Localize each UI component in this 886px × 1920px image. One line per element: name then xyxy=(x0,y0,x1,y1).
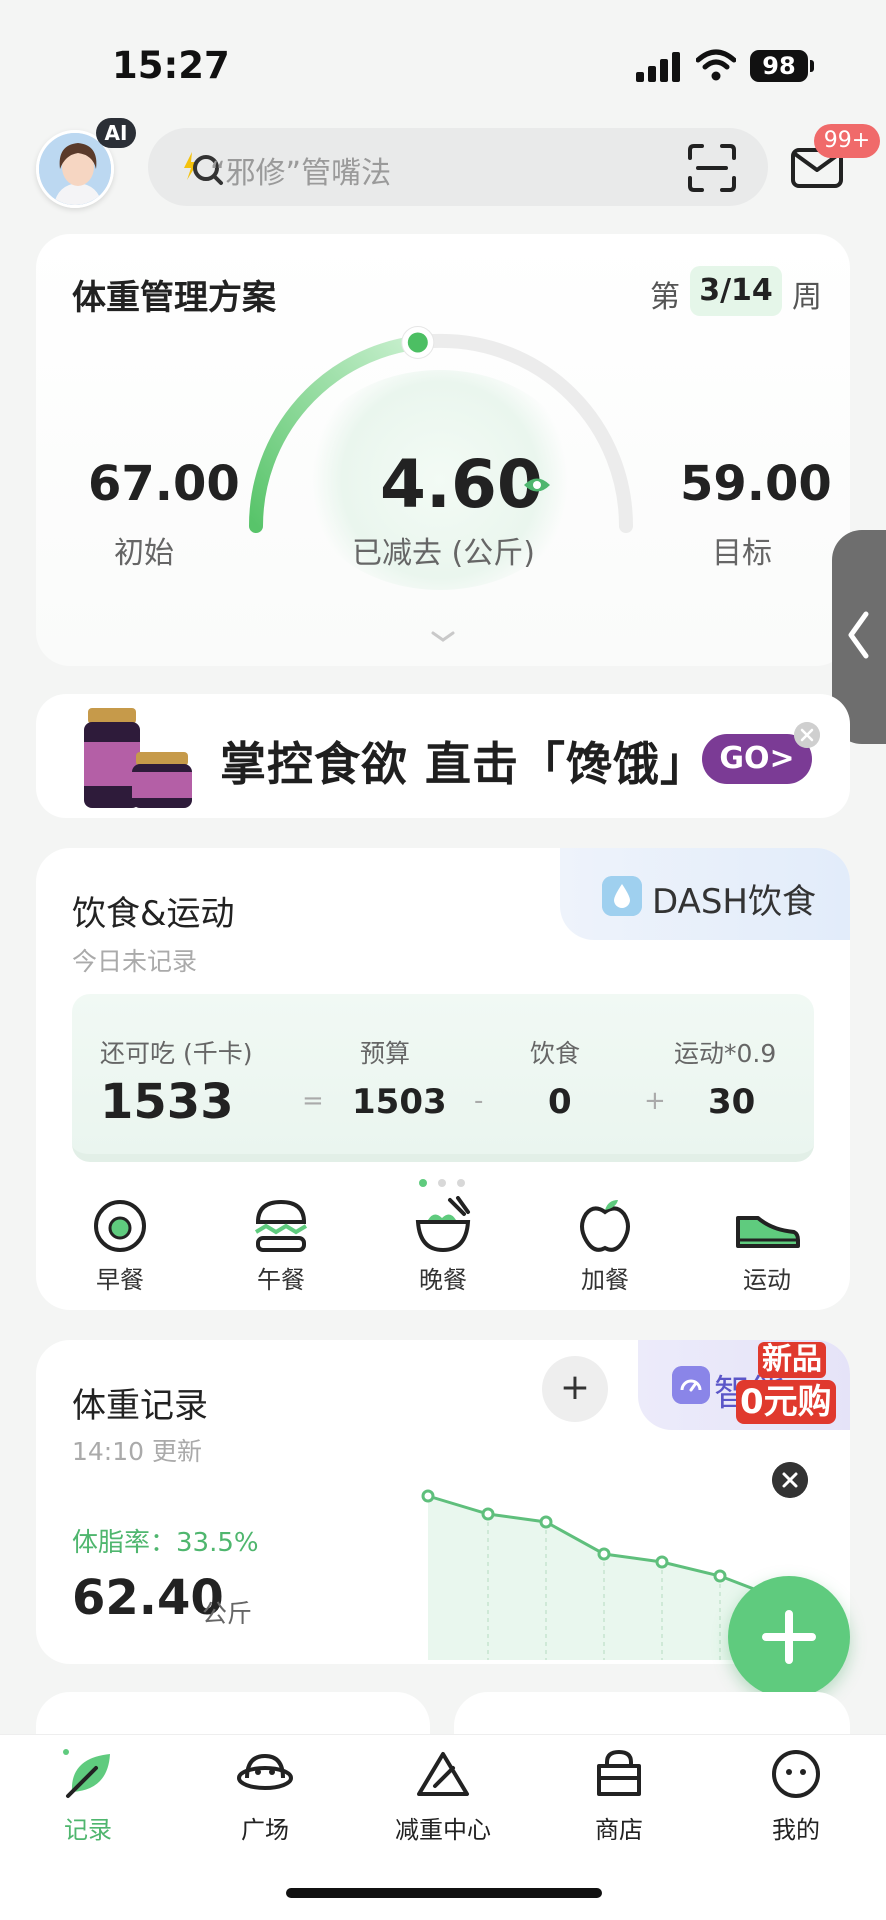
exercise-button[interactable]: 运动 xyxy=(722,1196,812,1295)
weight-unit: 公斤 xyxy=(202,1599,253,1628)
ad-slogan: 掌控食欲 直击「馋饿」 xyxy=(220,737,708,791)
triangle-icon xyxy=(417,1752,469,1796)
remaining-kcal-label: 还可吃 (千卡) xyxy=(100,1039,253,1068)
meal-snack-button[interactable]: 加餐 xyxy=(560,1196,650,1295)
egg-icon xyxy=(94,1200,146,1252)
nav-tab-shop[interactable]: 商店 xyxy=(559,1748,679,1845)
initial-weight-value: 67.00 xyxy=(88,456,240,512)
status-time: 15:27 xyxy=(112,44,230,87)
exercise-kcal-label: 运动*0.9 xyxy=(674,1039,777,1068)
exercise-kcal-value: 30 xyxy=(708,1082,756,1122)
week-indicator: 3/14 xyxy=(690,266,782,316)
planet-icon xyxy=(237,1753,293,1790)
chevron-down-icon[interactable] xyxy=(430,630,456,644)
week-suffix: 周 xyxy=(792,280,822,315)
week-prefix: 第 xyxy=(650,280,680,315)
face-icon xyxy=(772,1750,820,1798)
body-fat-rate: 体脂率：33.5% xyxy=(72,1528,259,1558)
meal-label: 晚餐 xyxy=(419,1266,467,1294)
apple-icon xyxy=(580,1200,630,1252)
budget-value: 1503 xyxy=(352,1082,447,1122)
nav-label: 我的 xyxy=(772,1816,820,1844)
page-indicator-dots xyxy=(419,1179,465,1187)
dash-diet-label: DASH饮食 xyxy=(652,882,816,922)
bowl-icon xyxy=(415,1196,471,1253)
home-indicator xyxy=(286,1888,602,1898)
nav-label: 减重中心 xyxy=(395,1816,491,1844)
minus-operator: - xyxy=(474,1086,484,1116)
add-record-fab[interactable] xyxy=(728,1576,850,1698)
bag-icon xyxy=(597,1749,641,1796)
supplement-product-image xyxy=(84,708,192,808)
meal-dinner-button[interactable]: 晚餐 xyxy=(398,1196,488,1295)
eye-icon[interactable] xyxy=(522,474,552,496)
equals-operator: = xyxy=(302,1086,324,1116)
meal-label: 早餐 xyxy=(96,1266,144,1294)
search-placeholder: “邪修”管嘴法 xyxy=(210,156,392,191)
nav-tab-weight-center[interactable]: 减重中心 xyxy=(383,1748,503,1845)
nav-label: 商店 xyxy=(595,1816,643,1844)
weight-updated-time: 14:10 更新 xyxy=(72,1437,202,1466)
nav-label: 记录 xyxy=(64,1816,112,1844)
battery-tip xyxy=(810,60,814,72)
remaining-kcal-value: 1533 xyxy=(100,1074,234,1130)
ad-close-icon[interactable] xyxy=(794,722,820,748)
burger-icon xyxy=(254,1199,308,1252)
target-weight-value: 59.00 xyxy=(680,456,832,512)
target-weight-label: 目标 xyxy=(712,536,772,571)
food-kcal-value: 0 xyxy=(548,1082,572,1122)
diet-subtitle: 今日未记录 xyxy=(72,947,198,976)
nav-label: 广场 xyxy=(241,1816,289,1844)
weight-trend-chart xyxy=(421,1489,773,1660)
meal-lunch-button[interactable]: 午餐 xyxy=(236,1196,326,1295)
add-weight-button[interactable]: + xyxy=(542,1356,608,1422)
diet-title: 饮食&运动 xyxy=(72,894,235,934)
meal-label: 午餐 xyxy=(257,1266,305,1294)
battery-level: 98 xyxy=(750,50,808,82)
lost-weight-value: 4.60 xyxy=(380,446,543,523)
promo-sticker[interactable]: 新品 0元购 xyxy=(736,1340,850,1430)
promo-line2: 0元购 xyxy=(736,1380,836,1424)
meal-label: 加餐 xyxy=(581,1266,629,1294)
food-kcal-label: 饮食 xyxy=(530,1039,581,1068)
budget-label: 预算 xyxy=(360,1039,411,1068)
cellular-signal-icon xyxy=(636,52,680,82)
chevron-left-icon xyxy=(848,611,869,659)
scan-icon[interactable] xyxy=(686,142,738,194)
sneaker-icon xyxy=(736,1216,800,1248)
water-drop-icon xyxy=(602,876,642,916)
initial-weight-label: 初始 xyxy=(114,536,174,571)
nav-tab-me[interactable]: 我的 xyxy=(736,1748,856,1845)
weight-record-title: 体重记录 xyxy=(72,1386,208,1426)
plus-icon xyxy=(762,1610,816,1664)
ai-badge: AI xyxy=(96,118,136,148)
meal-breakfast-button[interactable]: 早餐 xyxy=(75,1196,165,1295)
promo-line1: 新品 xyxy=(758,1342,826,1378)
mail-unread-badge: 99+ xyxy=(814,124,880,158)
scale-icon xyxy=(672,1366,710,1404)
nav-tab-square[interactable]: 广场 xyxy=(205,1748,325,1845)
leaf-icon xyxy=(63,1749,110,1798)
lost-weight-label: 已减去 (公斤) xyxy=(352,536,535,571)
meal-label: 运动 xyxy=(743,1266,791,1294)
nav-tab-record[interactable]: 记录 xyxy=(28,1748,148,1845)
plan-title: 体重管理方案 xyxy=(72,278,276,318)
plus-operator: + xyxy=(644,1086,666,1116)
wifi-icon xyxy=(696,49,736,81)
close-icon[interactable] xyxy=(772,1462,808,1498)
